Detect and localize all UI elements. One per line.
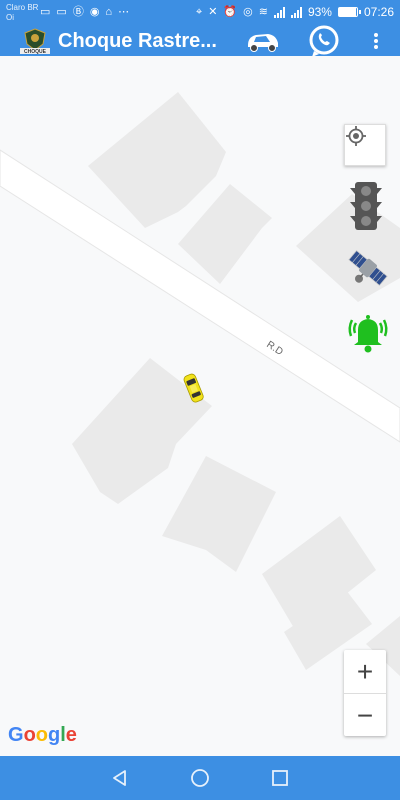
zoom-in-button[interactable]: + xyxy=(344,650,386,693)
app-title: Choque Rastre... xyxy=(58,30,217,52)
laptop-icon-2: ▭ xyxy=(56,6,67,18)
my-location-button[interactable] xyxy=(344,124,386,166)
recents-icon xyxy=(272,770,288,786)
location-icon: ⌖ xyxy=(195,6,203,18)
navigation-bar xyxy=(0,756,400,800)
vehicle-button[interactable] xyxy=(244,29,282,53)
carrier-info: Claro BR Oi xyxy=(6,3,38,23)
my-location-icon xyxy=(346,126,366,146)
menu-dot xyxy=(374,39,378,43)
menu-dot xyxy=(374,45,378,49)
system-status: ⌖ ✕ ⏰ ◎ ≋ 93% 07:26 xyxy=(196,5,394,19)
alarm-bell-icon xyxy=(348,315,388,353)
signal-icon xyxy=(273,6,285,18)
notification-icons: ▭ ▭ Ⓑ ◉ ⌂ ⋯ xyxy=(40,5,129,19)
alarm-clock-icon: ⏰ xyxy=(223,6,238,18)
battery-percent: 93% xyxy=(307,5,332,19)
whatsapp-button[interactable] xyxy=(305,24,343,58)
zoom-out-button[interactable]: − xyxy=(344,694,386,737)
carrier-line2: Oi xyxy=(6,13,14,22)
laptop-icon: ▭ xyxy=(40,6,51,18)
alarm-button[interactable] xyxy=(346,310,390,354)
menu-dot xyxy=(374,33,378,37)
satellite-button[interactable] xyxy=(346,244,390,292)
more-menu-button[interactable] xyxy=(366,31,386,51)
building xyxy=(88,92,226,228)
zoom-controls: + − xyxy=(344,650,386,736)
traffic-button[interactable] xyxy=(348,180,384,232)
app-icon: ◉ xyxy=(89,6,100,18)
logo-text: CHOQUE xyxy=(24,49,47,55)
wifi-icon: ≋ xyxy=(258,6,268,18)
vehicle-marker[interactable] xyxy=(182,370,206,408)
whatsapp-icon xyxy=(309,25,339,57)
recents-button[interactable] xyxy=(260,758,300,798)
building xyxy=(162,456,276,572)
car-icon xyxy=(248,34,278,52)
clock: 07:26 xyxy=(363,5,394,19)
satellite-icon xyxy=(348,249,388,287)
bitcoin-icon: Ⓑ xyxy=(72,6,84,18)
google-attribution[interactable]: Google xyxy=(8,724,77,747)
eye-icon: ◎ xyxy=(243,6,253,18)
status-bar: Claro BR Oi ▭ ▭ Ⓑ ◉ ⌂ ⋯ ⌖ ✕ ⏰ ◎ ≋ 93% 07… xyxy=(0,0,400,26)
carrier-line1: Claro BR xyxy=(6,3,39,12)
more-notifications-icon: ⋯ xyxy=(118,6,130,18)
back-icon xyxy=(113,770,126,786)
signal-icon-2 xyxy=(290,6,302,18)
app-logo: CHOQUE xyxy=(18,28,52,55)
home-icon xyxy=(191,769,209,787)
map-view[interactable]: R.D xyxy=(0,56,400,756)
back-button[interactable] xyxy=(100,758,140,798)
app-bar: CHOQUE Choque Rastre... xyxy=(0,24,400,58)
traffic-light-icon xyxy=(350,182,382,230)
home-notify-icon: ⌂ xyxy=(105,6,113,18)
google-logo: Google xyxy=(8,724,77,746)
home-button[interactable] xyxy=(180,758,220,798)
mute-icon: ✕ xyxy=(208,6,218,18)
battery-icon xyxy=(337,7,361,17)
